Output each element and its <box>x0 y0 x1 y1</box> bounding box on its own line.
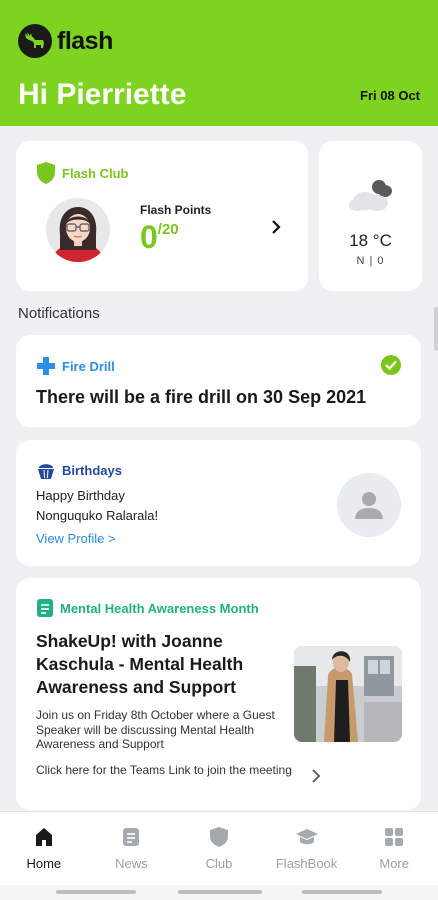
nav-club-label: Club <box>205 856 233 871</box>
chevron-right-icon[interactable] <box>270 219 282 235</box>
flash-points-value: 0/20 <box>140 219 179 256</box>
current-date: Fri 08 Oct <box>360 88 420 103</box>
fire-drill-title: There will be a fire drill on 30 Sep 202… <box>36 387 367 407</box>
nav-flashbook-label: FlashBook <box>275 856 338 871</box>
event-title: ShakeUp! with Joanne Kaschula - Mental H… <box>36 631 244 697</box>
fire-drill-notification[interactable]: Fire Drill There will be a fire drill on… <box>16 335 421 427</box>
flash-points-label: Flash Points <box>140 203 212 217</box>
app-name: flash <box>57 26 113 55</box>
birthday-notification[interactable]: Birthdays Happy Birthday Nonguquko Ralar… <box>16 440 421 566</box>
event-description: Join us on Friday 8th October where a Gu… <box>36 708 275 751</box>
view-profile-link[interactable]: View Profile > <box>36 531 116 546</box>
birthday-category: Birthdays <box>62 462 122 478</box>
nav-home[interactable]: Home <box>0 812 88 885</box>
temperature: 18 °C <box>349 231 392 250</box>
bottom-navigation: Home News Club FlashBook More <box>0 811 438 885</box>
mental-health-header: Mental Health Awareness Month <box>36 598 259 618</box>
birthday-line-2: Nonguquko Ralarala! <box>36 508 159 523</box>
check-icon <box>381 355 401 375</box>
partly-cloudy-icon <box>349 180 392 211</box>
wind-info: N | 0 <box>356 255 385 267</box>
teams-link[interactable]: Click here for the Teams Link to join th… <box>36 763 298 778</box>
chevron-right-icon[interactable] <box>311 769 321 783</box>
mental-health-category: Mental Health Awareness Month <box>60 600 259 616</box>
home-icon <box>35 828 52 846</box>
fire-drill-header: Fire Drill <box>36 356 115 376</box>
person-icon <box>355 492 383 519</box>
club-title: Flash Club <box>62 165 129 181</box>
graduation-cap-icon <box>295 829 318 845</box>
club-card-header: Flash Club <box>36 161 128 185</box>
document-icon <box>37 599 53 617</box>
gesture-pill <box>302 890 382 894</box>
speaker-photo <box>294 646 402 742</box>
points-max: /20 <box>157 221 179 238</box>
shield-icon <box>209 827 228 847</box>
news-icon <box>123 828 140 846</box>
scroll-indicator <box>434 307 438 351</box>
weather-card[interactable]: 18 °C N | 0 <box>319 141 422 291</box>
moose-icon <box>18 24 52 58</box>
flash-club-card[interactable]: Flash Club Flash Points 0/20 <box>16 141 308 291</box>
nav-club[interactable]: Club <box>175 812 263 885</box>
gesture-pill <box>178 890 262 894</box>
notifications-heading: Notifications <box>18 305 100 322</box>
app-header: flash Hi Pierriette Fri 08 Oct <box>0 0 438 126</box>
birthday-header: Birthdays <box>36 460 122 480</box>
birthday-line-1: Happy Birthday <box>36 488 125 503</box>
gesture-pill <box>56 890 136 894</box>
nav-news[interactable]: News <box>88 812 176 885</box>
system-gesture-bar <box>0 885 438 900</box>
mental-health-notification[interactable]: Mental Health Awareness Month ShakeUp! w… <box>16 578 421 810</box>
medical-cross-icon <box>37 357 55 375</box>
user-avatar[interactable] <box>46 198 110 262</box>
cake-icon <box>38 464 54 479</box>
nav-home-label: Home <box>26 856 62 871</box>
nav-more[interactable]: More <box>350 812 438 885</box>
points-current: 0 <box>140 219 158 255</box>
greeting-title: Hi Pierriette <box>18 78 187 111</box>
profile-placeholder-avatar[interactable] <box>337 473 401 537</box>
nav-flashbook[interactable]: FlashBook <box>263 812 351 885</box>
nav-more-label: More <box>379 856 409 871</box>
nav-news-label: News <box>115 856 148 871</box>
grid-icon <box>385 828 404 846</box>
flash-logo: flash <box>18 24 113 58</box>
shield-icon <box>37 162 55 184</box>
fire-drill-category: Fire Drill <box>62 358 115 374</box>
